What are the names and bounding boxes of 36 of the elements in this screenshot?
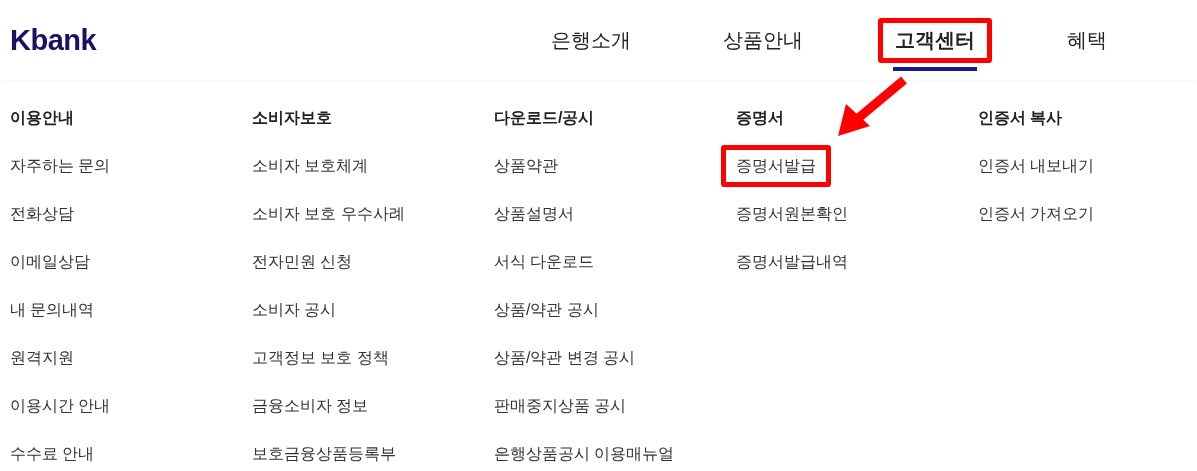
menu-link[interactable]: 전화상담: [0, 197, 89, 231]
menu-link[interactable]: 증명서발급내역: [721, 245, 863, 279]
menu-link[interactable]: 이메일상담: [0, 245, 105, 279]
menu-link[interactable]: 자주하는 문의: [0, 149, 126, 183]
menu-link[interactable]: 인증서 내보내기: [963, 149, 1110, 183]
menu-heading: 이용안내: [10, 108, 74, 128]
menu-link[interactable]: 고객정보 보호 정책: [237, 341, 404, 375]
menu-link[interactable]: 내 문의내역: [0, 293, 110, 327]
menu-link[interactable]: 보호금융상품등록부: [237, 437, 411, 471]
menu-link[interactable]: 상품/약관 변경 공시: [479, 341, 651, 375]
menu-link[interactable]: 원격지원: [0, 341, 89, 375]
menu-link[interactable]: 소비자 보호체계: [237, 149, 384, 183]
menu-link[interactable]: 소비자 공시: [237, 293, 352, 327]
menu-link[interactable]: 이용시간 안내: [0, 389, 126, 423]
menu-link[interactable]: 소비자 보호 우수사례: [237, 197, 420, 231]
menu-heading: 소비자보호: [252, 108, 332, 128]
menu-link[interactable]: 판매중지상품 공시: [479, 389, 642, 423]
nav-tab[interactable]: 혜택: [1050, 17, 1124, 63]
menu-link[interactable]: 은행상품공시 이용매뉴얼: [479, 437, 690, 471]
menu-link[interactable]: 서식 다운로드: [479, 245, 610, 279]
menu-heading: 증명서: [736, 108, 784, 128]
menu-link[interactable]: 인증서 가져오기: [963, 197, 1110, 231]
menu-heading: 인증서 복사: [978, 108, 1063, 128]
nav-tab[interactable]: 은행소개: [534, 17, 648, 63]
nav-tab[interactable]: 상품안내: [706, 17, 820, 63]
annotation-arrow: [838, 76, 907, 136]
menu-link[interactable]: 전자민원 신청: [237, 245, 368, 279]
menu-link[interactable]: 상품약관: [479, 149, 573, 183]
menu-link[interactable]: 상품설명서: [479, 197, 589, 231]
menu-heading: 다운로드/공시: [494, 108, 595, 128]
menu-link[interactable]: 상품/약관 공시: [479, 293, 614, 327]
menu-link[interactable]: 수수료 안내: [0, 437, 110, 471]
menu-link[interactable]: 금융소비자 정보: [237, 389, 384, 423]
menu-link[interactable]: 증명서발급: [721, 145, 831, 187]
menu-link[interactable]: 증명서원본확인: [721, 197, 863, 231]
kbank-logo[interactable]: Kbank: [10, 23, 97, 57]
